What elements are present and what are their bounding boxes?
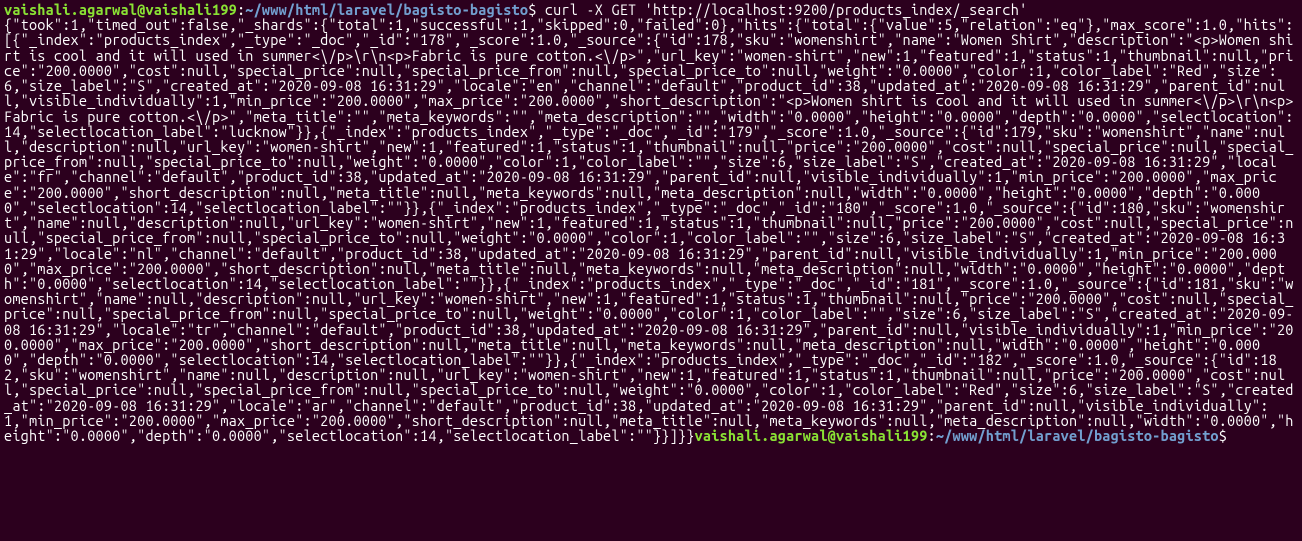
prompt-colon: : (928, 427, 936, 444)
user-host: vaishali.agarwal@vaishali199 (695, 427, 928, 444)
terminal-view[interactable]: vaishali.agarwal@vaishali199:~/www/html/… (4, 2, 1298, 443)
working-path: ~/www/html/laravel/bagisto-bagisto (936, 427, 1219, 444)
prompt-dollar: $ (1219, 427, 1227, 444)
command-output: {"took":1,"timed_out":false,"_shards":{"… (4, 16, 1294, 444)
prompt-line-2: vaishali.agarwal@vaishali199:~/www/html/… (695, 427, 1228, 444)
